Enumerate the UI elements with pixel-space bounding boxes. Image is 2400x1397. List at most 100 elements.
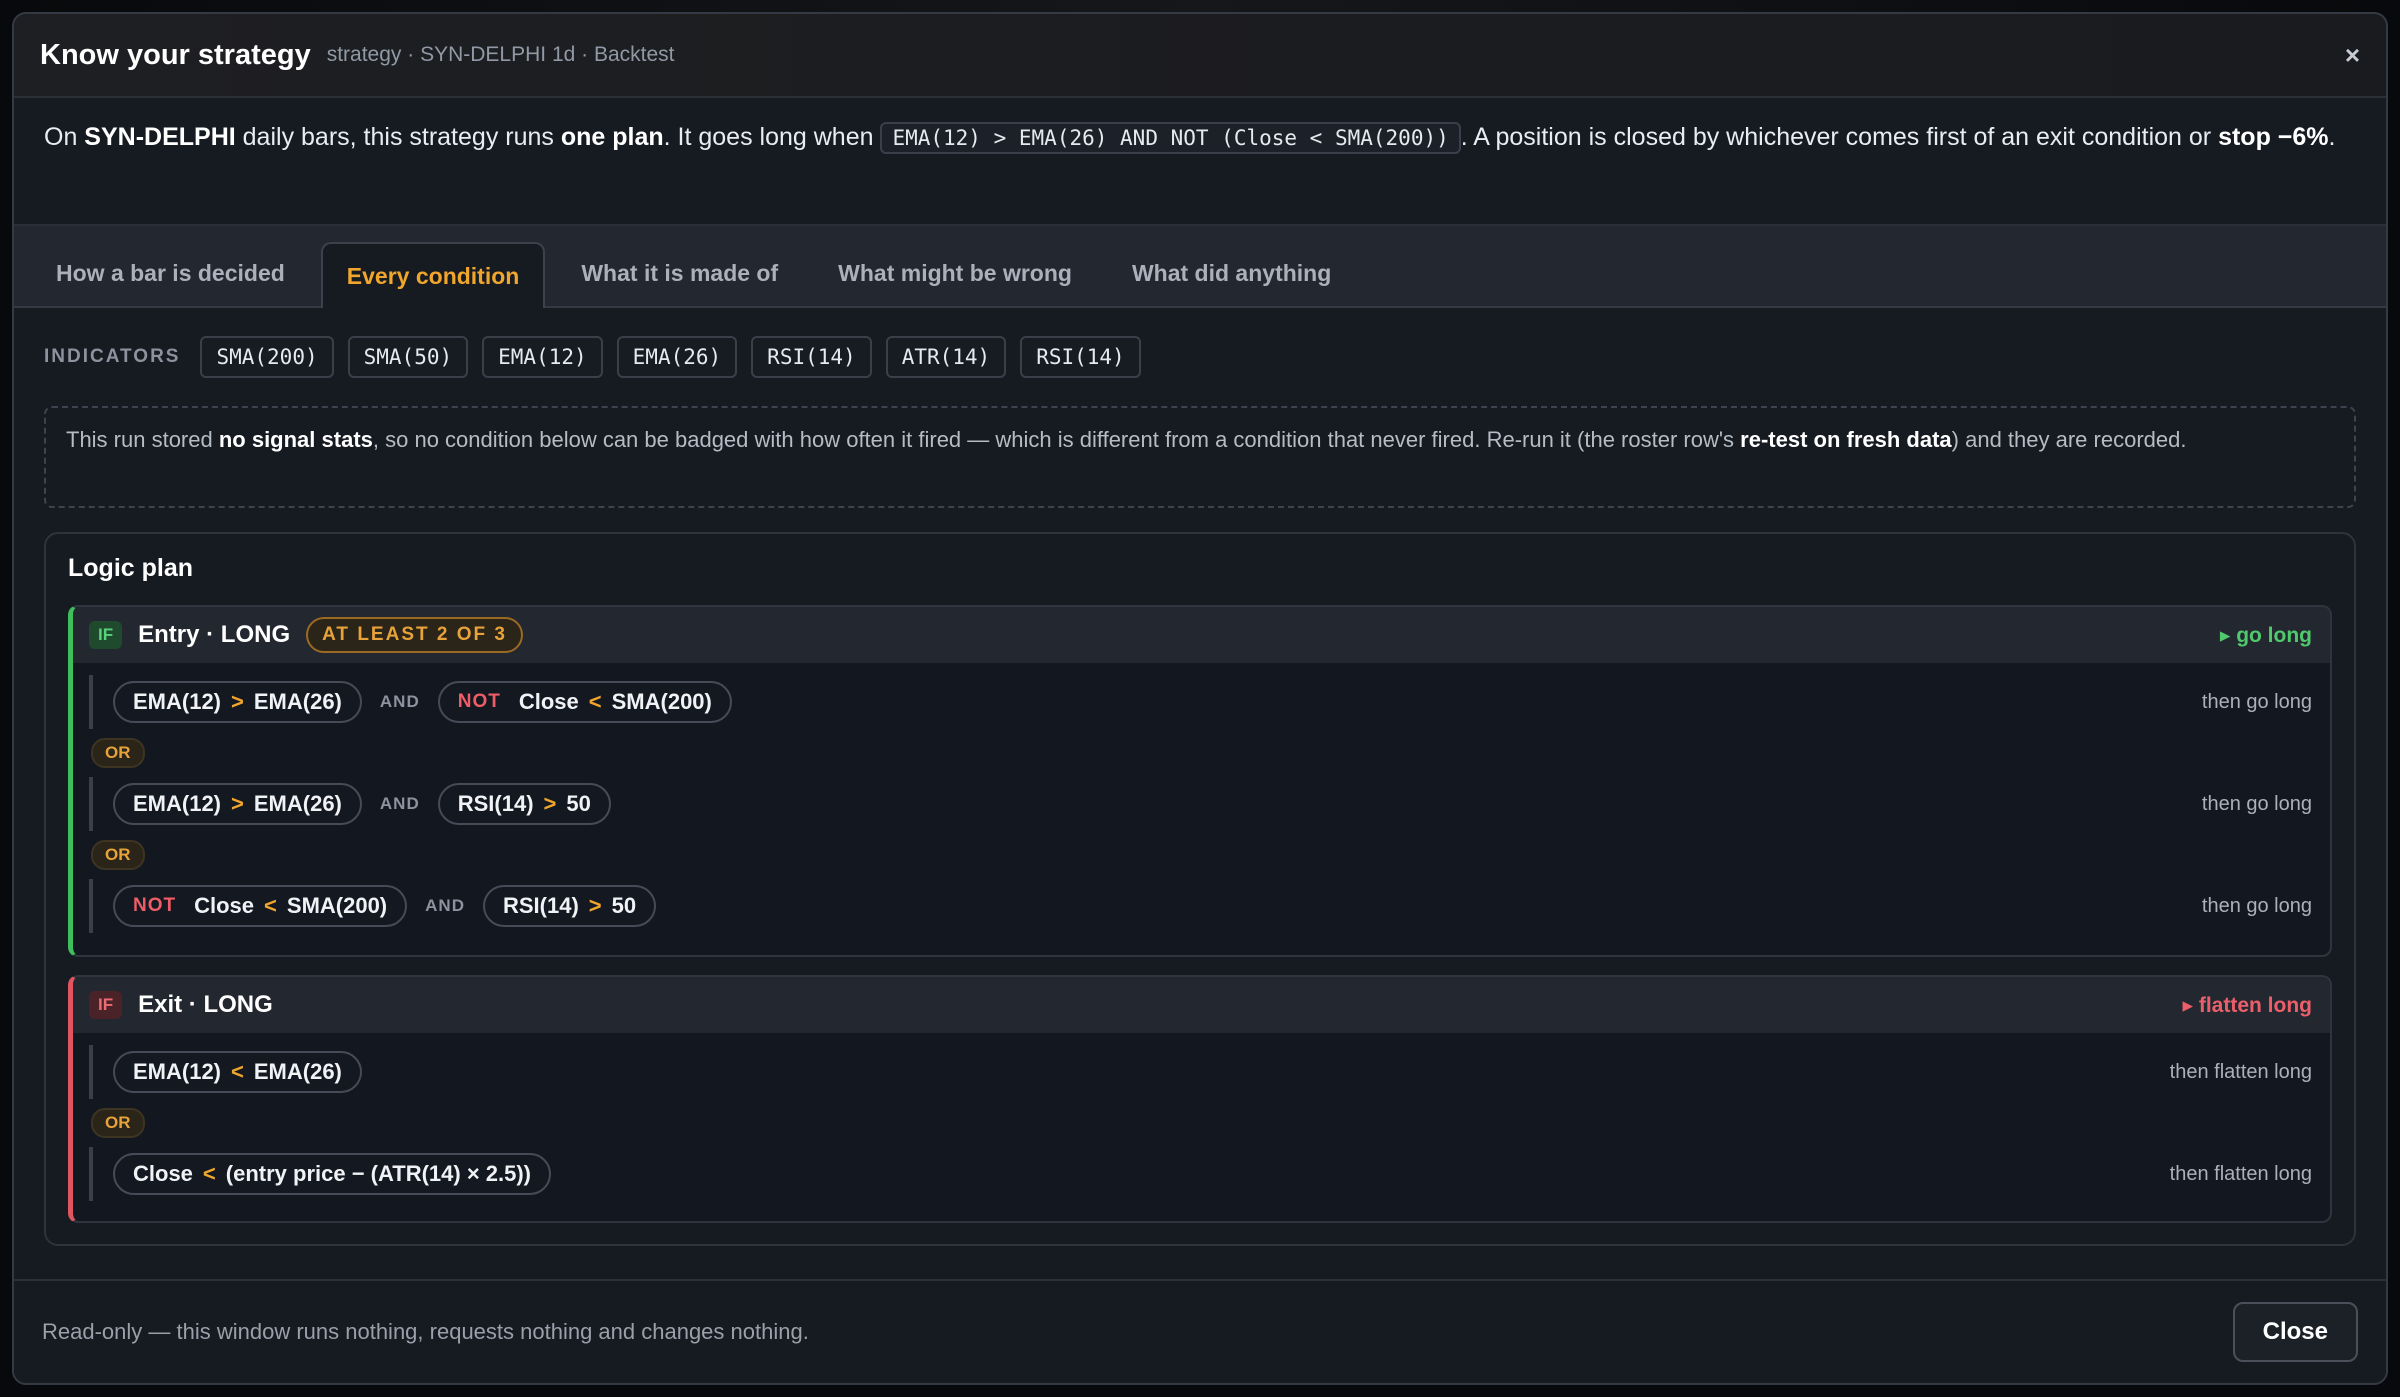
- operand: SMA(200): [611, 689, 712, 714]
- condition-pill: RSI(14) >50: [482, 885, 657, 927]
- exit-title: Exit · LONG: [138, 991, 273, 1018]
- operand: EMA(12): [133, 1059, 222, 1084]
- notice-bold: no signal stats: [218, 427, 373, 452]
- logic-plan: Logic plan IF Entry · LONG AT LEAST 2 OF…: [44, 532, 2356, 1246]
- then-label: then go long: [2201, 792, 2312, 815]
- indicator-chip: SMA(200): [200, 336, 334, 378]
- condition-row: Close < (entry price − (ATR(14) × 2.5)) th…: [89, 1147, 2312, 1201]
- operand: (entry price − (ATR(14) × 2.5)): [225, 1161, 532, 1186]
- operand: 50: [566, 791, 591, 816]
- not-label: NOT: [133, 895, 177, 916]
- tab-content: INDICATORS SMA(200) SMA(50) EMA(12) EMA(…: [14, 308, 2386, 1246]
- summary-plan-count: one plan: [560, 123, 664, 151]
- read-only-note: Read-only — this window runs nothing, re…: [42, 1319, 809, 1344]
- summary-text: . A position is closed by whichever come…: [1460, 123, 2219, 151]
- indicator-row: INDICATORS SMA(200) SMA(50) EMA(12) EMA(…: [44, 308, 2356, 406]
- or-pill: OR: [91, 840, 145, 870]
- condition-pill: Close < (entry price − (ATR(14) × 2.5)): [113, 1153, 552, 1195]
- condition-row: EMA(12) > EMA(26) AND RSI(14) >50 then go l…: [89, 777, 2312, 831]
- summary-symbol: SYN-DELPHI: [84, 123, 236, 151]
- tab-how-a-bar-is-decided[interactable]: How a bar is decided: [32, 240, 309, 306]
- condition-row: EMA(12) < EMA(26) then flatten long: [89, 1045, 2312, 1099]
- operand: Close: [194, 893, 255, 918]
- exit-header: IF Exit · LONG ▸ flatten long: [73, 977, 2330, 1033]
- condition-row: EMA(12) > EMA(26) AND NOT Close < SMA(200) th…: [89, 675, 2312, 729]
- exit-body: EMA(12) < EMA(26) then flatten long OR Clo…: [73, 1033, 2330, 1201]
- row-bar: [89, 1045, 93, 1099]
- condition-pill: NOT Close < SMA(200): [113, 885, 408, 927]
- indicator-chip: SMA(50): [347, 336, 469, 378]
- close-button[interactable]: Close: [2232, 1302, 2358, 1362]
- then-label: then go long: [2201, 690, 2312, 713]
- operand: EMA(12): [133, 689, 222, 714]
- then-label: then flatten long: [2169, 1060, 2312, 1083]
- operator: <: [588, 689, 602, 714]
- exit-block: IF Exit · LONG ▸ flatten long EMA(12) < EM…: [68, 975, 2332, 1223]
- operator: >: [231, 689, 244, 714]
- operator: >: [543, 791, 557, 816]
- logic-plan-title: Logic plan: [68, 554, 193, 582]
- modal-footer: Read-only — this window runs nothing, re…: [14, 1279, 2386, 1383]
- condition-pill: RSI(14) >50: [437, 783, 611, 825]
- indicator-chip: RSI(14): [751, 336, 872, 378]
- entry-body: EMA(12) > EMA(26) AND NOT Close < SMA(200) th…: [73, 663, 2330, 933]
- summary-text: On: [44, 123, 85, 151]
- or-separator: OR: [89, 835, 2312, 875]
- row-bar: [89, 1147, 93, 1201]
- strategy-modal: Know your strategy strategy · SYN-DELPHI…: [12, 12, 2388, 1385]
- if-badge: IF: [89, 991, 123, 1019]
- strategy-summary: On SYN-DELPHI daily bars, this strategy …: [14, 98, 2386, 226]
- notice-text: This run stored: [66, 427, 219, 452]
- notice-text: ) and they are recorded.: [1951, 427, 2187, 452]
- entry-title: Entry · LONG: [138, 621, 291, 648]
- modal-title: Know your strategy: [40, 38, 311, 71]
- operand: EMA(12): [133, 791, 222, 816]
- at-least-badge: AT LEAST 2 OF 3: [306, 617, 523, 653]
- indicators-label: INDICATORS: [44, 346, 181, 367]
- summary-rule: EMA(12) > EMA(26) AND NOT (Close < SMA(2…: [880, 122, 1461, 154]
- row-bar: [89, 777, 93, 831]
- or-separator: OR: [89, 1103, 2312, 1143]
- condition-pill: EMA(12) > EMA(26): [113, 783, 362, 825]
- operand: 50: [611, 893, 637, 918]
- operand: EMA(26): [253, 1059, 342, 1084]
- tab-what-might-be-wrong[interactable]: What might be wrong: [814, 240, 1096, 306]
- signal-stats-notice: This run stored no signal stats, so no c…: [44, 406, 2356, 508]
- indicator-chip: RSI(14): [1020, 336, 1141, 378]
- summary-text: .: [2328, 123, 2336, 151]
- tab-what-did-anything[interactable]: What did anything: [1108, 240, 1355, 306]
- or-separator: OR: [89, 733, 2312, 773]
- indicator-chip: EMA(12): [482, 336, 603, 378]
- operand: SMA(200): [286, 893, 388, 918]
- and-label: AND: [379, 692, 420, 711]
- indicator-chip: EMA(26): [616, 336, 738, 378]
- close-icon[interactable]: ×: [2345, 40, 2360, 71]
- operand: Close: [133, 1161, 193, 1186]
- and-label: AND: [379, 794, 420, 813]
- operator: <: [231, 1059, 244, 1084]
- tab-bar: How a bar is decided Every condition Wha…: [14, 226, 2386, 308]
- summary-text: . It goes long when: [663, 123, 881, 151]
- operator: <: [202, 1161, 216, 1186]
- notice-text: , so no condition below can be badged wi…: [372, 427, 1741, 452]
- notice-bold: re-test on fresh data: [1740, 427, 1952, 452]
- exit-action: ▸ flatten long: [2182, 993, 2312, 1017]
- entry-block: IF Entry · LONG AT LEAST 2 OF 3 ▸ go lon…: [68, 605, 2332, 957]
- row-bar: [89, 675, 93, 729]
- operator: >: [231, 791, 244, 816]
- summary-stop: stop −6%: [2218, 123, 2329, 151]
- operator: >: [588, 893, 602, 918]
- condition-pill: EMA(12) < EMA(26): [113, 1051, 362, 1093]
- tab-every-condition[interactable]: Every condition: [320, 242, 546, 308]
- row-bar: [89, 879, 93, 933]
- summary-text: daily bars, this strategy runs: [235, 123, 561, 151]
- operand: RSI(14): [457, 791, 534, 816]
- operand: Close: [518, 689, 579, 714]
- or-pill: OR: [91, 738, 145, 768]
- condition-row: NOT Close < SMA(200) AND RSI(14) >50 then go…: [89, 879, 2312, 933]
- operand: EMA(26): [253, 791, 342, 816]
- modal-subtitle: strategy · SYN-DELPHI 1d · Backtest: [326, 43, 675, 66]
- tab-what-it-is-made-of[interactable]: What it is made of: [557, 240, 802, 306]
- indicator-chip: ATR(14): [885, 336, 1007, 378]
- operator: <: [264, 893, 277, 918]
